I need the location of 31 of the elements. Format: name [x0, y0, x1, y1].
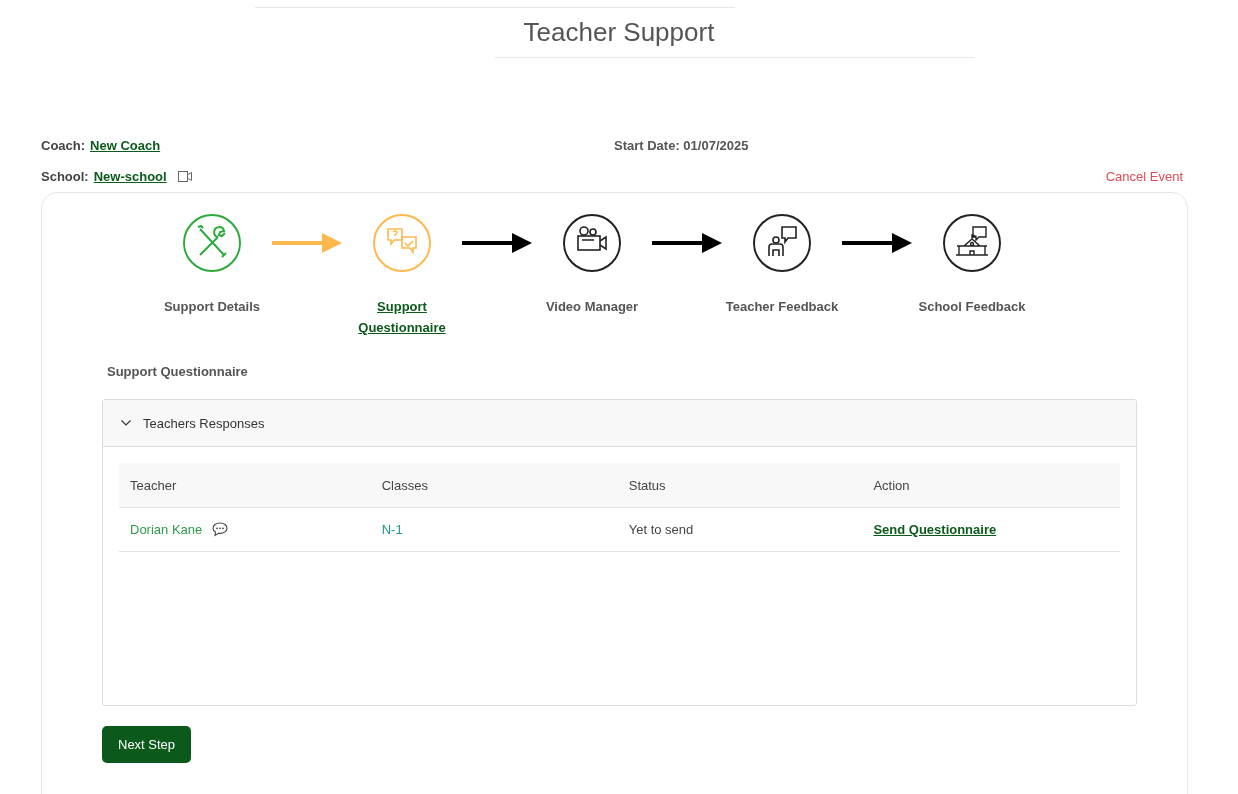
video-step-icon[interactable]	[562, 213, 622, 273]
coach-link[interactable]: New Coach	[90, 138, 161, 153]
tools-step-icon[interactable]	[182, 213, 242, 273]
accordion-header[interactable]: Teachers Responses	[103, 400, 1136, 447]
send-questionnaire-link[interactable]: Send Questionnaire	[873, 522, 997, 537]
start-date: Start Date: 01/07/2025	[614, 138, 750, 153]
page-title: Teacher Support	[522, 16, 716, 48]
column-header: Action	[862, 463, 1120, 508]
column-header: Status	[617, 463, 863, 508]
coach-label: Coach:	[41, 138, 86, 153]
video-camera-icon[interactable]	[177, 171, 192, 182]
step-label[interactable]: Teacher Feedback	[725, 296, 839, 317]
next-step-button[interactable]: Next Step	[102, 726, 192, 763]
teacher-step-icon[interactable]	[752, 213, 812, 273]
accordion-title: Teachers Responses	[143, 415, 265, 431]
step-label[interactable]: Support Questionnaire	[352, 296, 452, 338]
cancel-event-link[interactable]: Cancel Event	[1105, 169, 1183, 184]
school-label: School:	[41, 169, 89, 184]
section-title: Support Questionnaire	[106, 364, 249, 379]
column-header: Teacher	[119, 463, 371, 508]
teacher-name-link[interactable]: Dorian Kane	[130, 522, 203, 537]
chevron-icon[interactable]	[121, 420, 131, 426]
school-step-icon[interactable]	[942, 213, 1002, 273]
step-label[interactable]: Support Details	[163, 296, 261, 317]
column-header: Classes	[370, 463, 618, 508]
step-label[interactable]: Video Manager	[545, 296, 639, 317]
speech-bubble-icon[interactable]	[212, 522, 229, 537]
status-cell: Yet to send	[628, 522, 694, 537]
step-label[interactable]: School Feedback	[918, 296, 1026, 317]
school-link[interactable]: New-school	[93, 169, 167, 184]
class-cell: N-1	[381, 522, 403, 537]
